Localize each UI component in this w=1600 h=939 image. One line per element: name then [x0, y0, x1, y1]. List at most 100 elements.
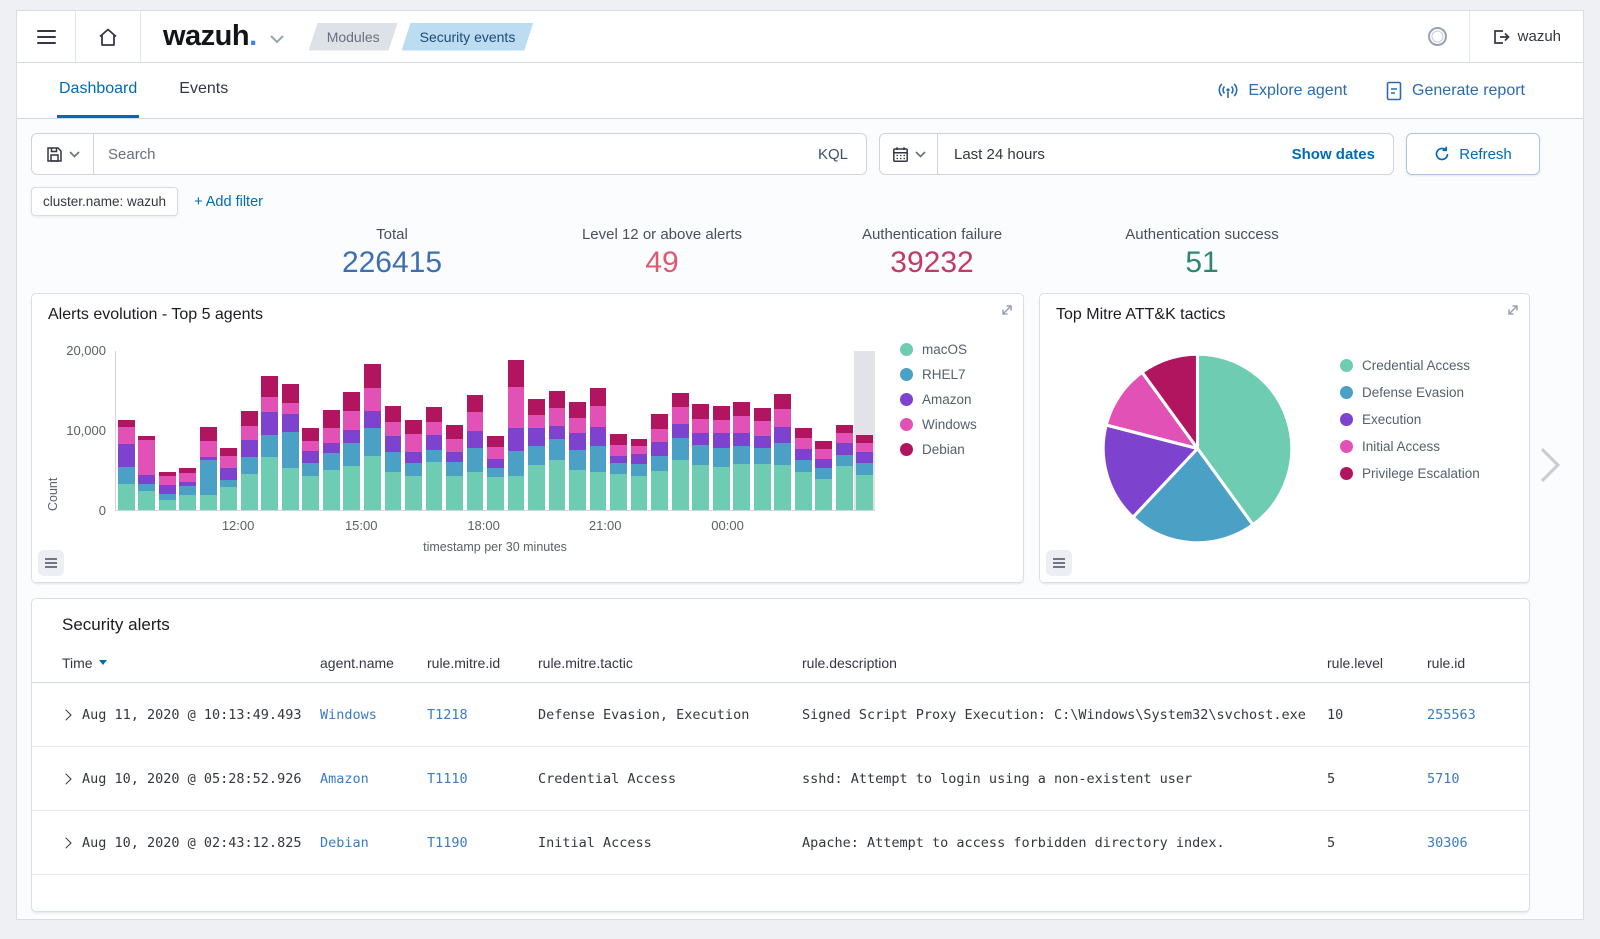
- rule-id-link[interactable]: 5710: [1427, 771, 1529, 787]
- bar[interactable]: [506, 351, 527, 510]
- rule-id-link[interactable]: 30306: [1427, 835, 1529, 851]
- bar[interactable]: [526, 351, 547, 510]
- expand-icon[interactable]: [1506, 303, 1520, 317]
- panel-options-button[interactable]: [38, 550, 64, 576]
- legend-item-macos[interactable]: macOS: [900, 342, 977, 357]
- stat-value[interactable]: 39232: [797, 246, 1067, 280]
- mitre-id-link[interactable]: T1110: [427, 771, 538, 787]
- chevron-down-icon[interactable]: [269, 34, 285, 44]
- bar[interactable]: [629, 351, 650, 510]
- home-icon[interactable]: [76, 11, 140, 62]
- bar[interactable]: [608, 351, 629, 510]
- stat-value[interactable]: 51: [1067, 246, 1337, 280]
- stat-value[interactable]: 226415: [257, 246, 527, 280]
- bar[interactable]: [198, 351, 219, 510]
- explore-agent-button[interactable]: Explore agent: [1217, 82, 1347, 100]
- bar[interactable]: [362, 351, 383, 510]
- row-expand-icon[interactable]: [60, 709, 71, 720]
- next-panels-chevron-icon[interactable]: [1526, 448, 1560, 482]
- bar[interactable]: [116, 351, 137, 510]
- bar-segment-macos: [179, 495, 196, 510]
- bar[interactable]: [403, 351, 424, 510]
- agent-name-link[interactable]: Windows: [320, 707, 427, 723]
- legend-dot: [1340, 359, 1353, 372]
- row-expand-icon[interactable]: [60, 773, 71, 784]
- bar[interactable]: [424, 351, 445, 510]
- generate-report-button[interactable]: Generate report: [1385, 81, 1525, 101]
- time-range-value[interactable]: Last 24 hours: [938, 146, 1292, 163]
- bar[interactable]: [137, 351, 158, 510]
- bar[interactable]: [731, 351, 752, 510]
- bar[interactable]: [567, 351, 588, 510]
- filter-pill-cluster-name[interactable]: cluster.name: wazuh: [31, 187, 178, 216]
- bar[interactable]: [834, 351, 855, 510]
- row-expand-icon[interactable]: [60, 837, 71, 848]
- column-header-time[interactable]: Time: [62, 655, 320, 671]
- bar[interactable]: [321, 351, 342, 510]
- bar[interactable]: [485, 351, 506, 510]
- health-check-icon[interactable]: [1407, 11, 1469, 62]
- rule-id-link[interactable]: 255563: [1427, 707, 1529, 723]
- column-header-rule-description[interactable]: rule.description: [802, 655, 1327, 671]
- legend-item-rhel7[interactable]: RHEL7: [900, 367, 977, 382]
- menu-icon[interactable]: [17, 11, 75, 62]
- column-header-rule-id[interactable]: rule.id: [1427, 655, 1529, 671]
- expand-icon[interactable]: [1000, 303, 1014, 317]
- saved-queries-button[interactable]: [32, 134, 94, 174]
- legend-item-amazon[interactable]: Amazon: [900, 392, 977, 407]
- bar[interactable]: [157, 351, 178, 510]
- bar[interactable]: [813, 351, 834, 510]
- bar[interactable]: [465, 351, 486, 510]
- bar[interactable]: [239, 351, 260, 510]
- calendar-button[interactable]: [880, 134, 938, 174]
- bar[interactable]: [793, 351, 814, 510]
- bar[interactable]: [301, 351, 322, 510]
- logout-button[interactable]: wazuh: [1470, 11, 1583, 62]
- bar[interactable]: [219, 351, 240, 510]
- tab-dashboard[interactable]: Dashboard: [57, 63, 139, 118]
- legend-item-credential-access[interactable]: Credential Access: [1340, 358, 1480, 373]
- bar[interactable]: [772, 351, 793, 510]
- legend-item-privilege-escalation[interactable]: Privilege Escalation: [1340, 466, 1480, 481]
- column-header-rule-mitre-id[interactable]: rule.mitre.id: [427, 655, 538, 671]
- legend-item-debian[interactable]: Debian: [900, 442, 977, 457]
- bar-chart-legend: macOS RHEL7 Amazon Windows Debian: [900, 342, 977, 457]
- column-header-agent-name[interactable]: agent.name: [320, 655, 427, 671]
- bar[interactable]: [444, 351, 465, 510]
- column-header-rule-level[interactable]: rule.level: [1327, 655, 1427, 671]
- bar[interactable]: [752, 351, 773, 510]
- mitre-id-link[interactable]: T1190: [427, 835, 538, 851]
- bar[interactable]: [649, 351, 670, 510]
- panel-options-button[interactable]: [1046, 550, 1072, 576]
- bar[interactable]: [383, 351, 404, 510]
- bar[interactable]: [711, 351, 732, 510]
- legend-item-windows[interactable]: Windows: [900, 417, 977, 432]
- column-header-rule-mitre-tactic[interactable]: rule.mitre.tactic: [538, 655, 802, 671]
- kql-language-button[interactable]: KQL: [800, 146, 866, 163]
- agent-name-link[interactable]: Debian: [320, 835, 427, 851]
- legend-item-initial-access[interactable]: Initial Access: [1340, 439, 1480, 454]
- legend-item-defense-evasion[interactable]: Defense Evasion: [1340, 385, 1480, 400]
- bar[interactable]: [690, 351, 711, 510]
- bar[interactable]: [670, 351, 691, 510]
- breadcrumb-security-events[interactable]: Security events: [402, 23, 534, 51]
- refresh-button[interactable]: Refresh: [1406, 133, 1540, 175]
- search-input[interactable]: Search: [94, 146, 800, 163]
- bar[interactable]: [260, 351, 281, 510]
- mitre-id-link[interactable]: T1218: [427, 707, 538, 723]
- bar[interactable]: [547, 351, 568, 510]
- bar[interactable]: [588, 351, 609, 510]
- wazuh-logo[interactable]: wazuh.: [141, 20, 263, 53]
- sort-desc-icon[interactable]: [99, 660, 107, 665]
- bar[interactable]: [854, 351, 875, 510]
- add-filter-button[interactable]: + Add filter: [194, 194, 263, 210]
- legend-item-execution[interactable]: Execution: [1340, 412, 1480, 427]
- show-dates-button[interactable]: Show dates: [1292, 146, 1393, 163]
- stat-value[interactable]: 49: [527, 246, 797, 280]
- breadcrumb-modules[interactable]: Modules: [309, 23, 398, 51]
- bar[interactable]: [342, 351, 363, 510]
- bar[interactable]: [178, 351, 199, 510]
- bar[interactable]: [280, 351, 301, 510]
- agent-name-link[interactable]: Amazon: [320, 771, 427, 787]
- tab-events[interactable]: Events: [177, 63, 230, 118]
